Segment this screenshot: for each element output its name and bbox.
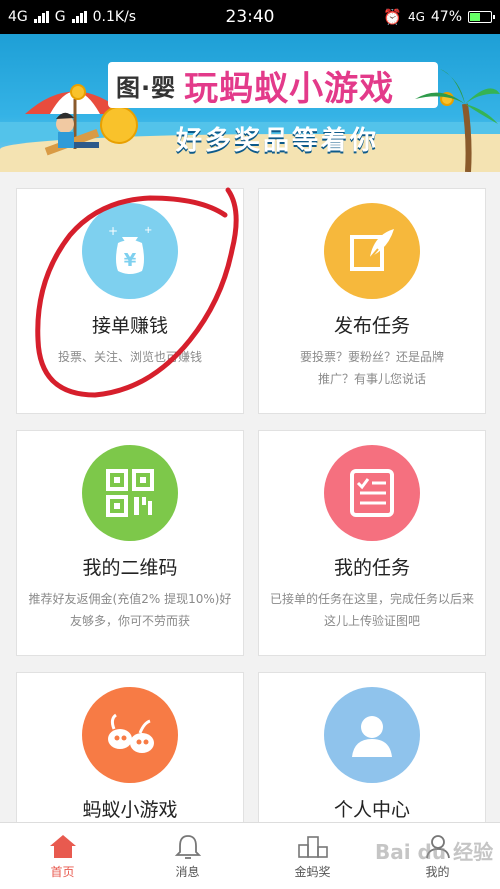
coin-icon — [70, 84, 86, 100]
card-title: 蚂蚁小游戏 — [82, 799, 178, 821]
home-icon — [49, 834, 76, 858]
alarm-icon: ⏰ — [383, 8, 402, 26]
palm-tree-icon — [415, 69, 500, 172]
banner-subtitle: 好多奖品等着你 — [176, 126, 380, 156]
card-title: 接单赚钱 — [91, 315, 168, 337]
nav-label: 消息 — [175, 864, 200, 879]
card-my-qr-code[interactable]: 我的二维码 推荐好友返佣金(充值2% 提现10%)好友够多，你可不劳而获 — [16, 430, 244, 656]
ant-game-icon — [82, 687, 178, 783]
nav-messages[interactable]: 消息 — [125, 823, 250, 889]
bell-icon — [174, 834, 201, 859]
network-type-1: 4G — [8, 9, 28, 25]
card-description: 投票、关注、浏览也可赚钱 — [57, 350, 202, 364]
card-take-orders[interactable]: ¥ + + 接单赚钱 投票、关注、浏览也可赚钱 — [16, 188, 244, 414]
watermark: Bai du 经验 — [375, 840, 494, 864]
banner-title-prefix: 图·婴 — [116, 73, 177, 102]
card-title: 我的任务 — [333, 557, 410, 579]
card-my-tasks[interactable]: 我的任务 已接单的任务在这里，完成任务以后来这儿上传验证图吧 — [258, 430, 486, 656]
nav-label: 首页 — [50, 864, 75, 879]
svg-text:+: + — [108, 224, 118, 238]
card-publish-task[interactable]: 发布任务 要投票？要粉丝？还是品牌推广？有事儿您说话 — [258, 188, 486, 414]
card-title: 我的二维码 — [82, 557, 178, 579]
signal-icon — [71, 11, 87, 23]
money-bag-icon: ¥ + + — [82, 203, 178, 299]
svg-text:¥: ¥ — [124, 250, 137, 271]
card-description: 要投票？要粉丝？还是品牌推广？有事儿您说话 — [299, 350, 444, 386]
card-title: 个人中心 — [333, 799, 410, 821]
battery-percent: 47% — [430, 9, 462, 25]
promo-banner[interactable]: 图·婴 玩蚂蚁小游戏 好多奖品等着你 — [0, 34, 500, 172]
banner-title: 图·婴 玩蚂蚁小游戏 — [108, 62, 438, 109]
user-profile-icon — [324, 687, 420, 783]
svg-text:+: + — [144, 225, 152, 236]
nav-label: 我的 — [425, 864, 450, 879]
nav-home[interactable]: 首页 — [0, 823, 125, 889]
signal-icon — [33, 11, 49, 23]
task-list-icon — [324, 445, 420, 541]
card-title: 发布任务 — [333, 315, 410, 337]
podium-icon — [297, 835, 328, 858]
coin-icon — [100, 106, 138, 144]
network-type-3: 4G — [407, 10, 425, 24]
card-ant-game[interactable]: 蚂蚁小游戏 — [16, 672, 244, 832]
network-speed: 0.1K/s — [92, 9, 137, 25]
battery-icon — [468, 11, 495, 23]
status-bar: 4G G 0.1K/s 23:40 ⏰ 4G 47% — [0, 0, 500, 34]
card-description: 推荐好友返佣金(充值2% 提现10%)好友够多，你可不劳而获 — [28, 592, 232, 628]
card-user-center[interactable]: 个人中心 — [258, 672, 486, 832]
banner-title-text: 玩蚂蚁小游戏 — [184, 68, 395, 109]
qr-code-icon — [82, 445, 178, 541]
nav-label: 金蚂奖 — [294, 864, 331, 879]
edit-feather-icon — [324, 203, 420, 299]
nav-gold-ant[interactable]: 金蚂奖 — [250, 823, 375, 889]
network-type-2: G — [54, 9, 66, 25]
card-description: 已接单的任务在这里，完成任务以后来这儿上传验证图吧 — [269, 592, 474, 628]
